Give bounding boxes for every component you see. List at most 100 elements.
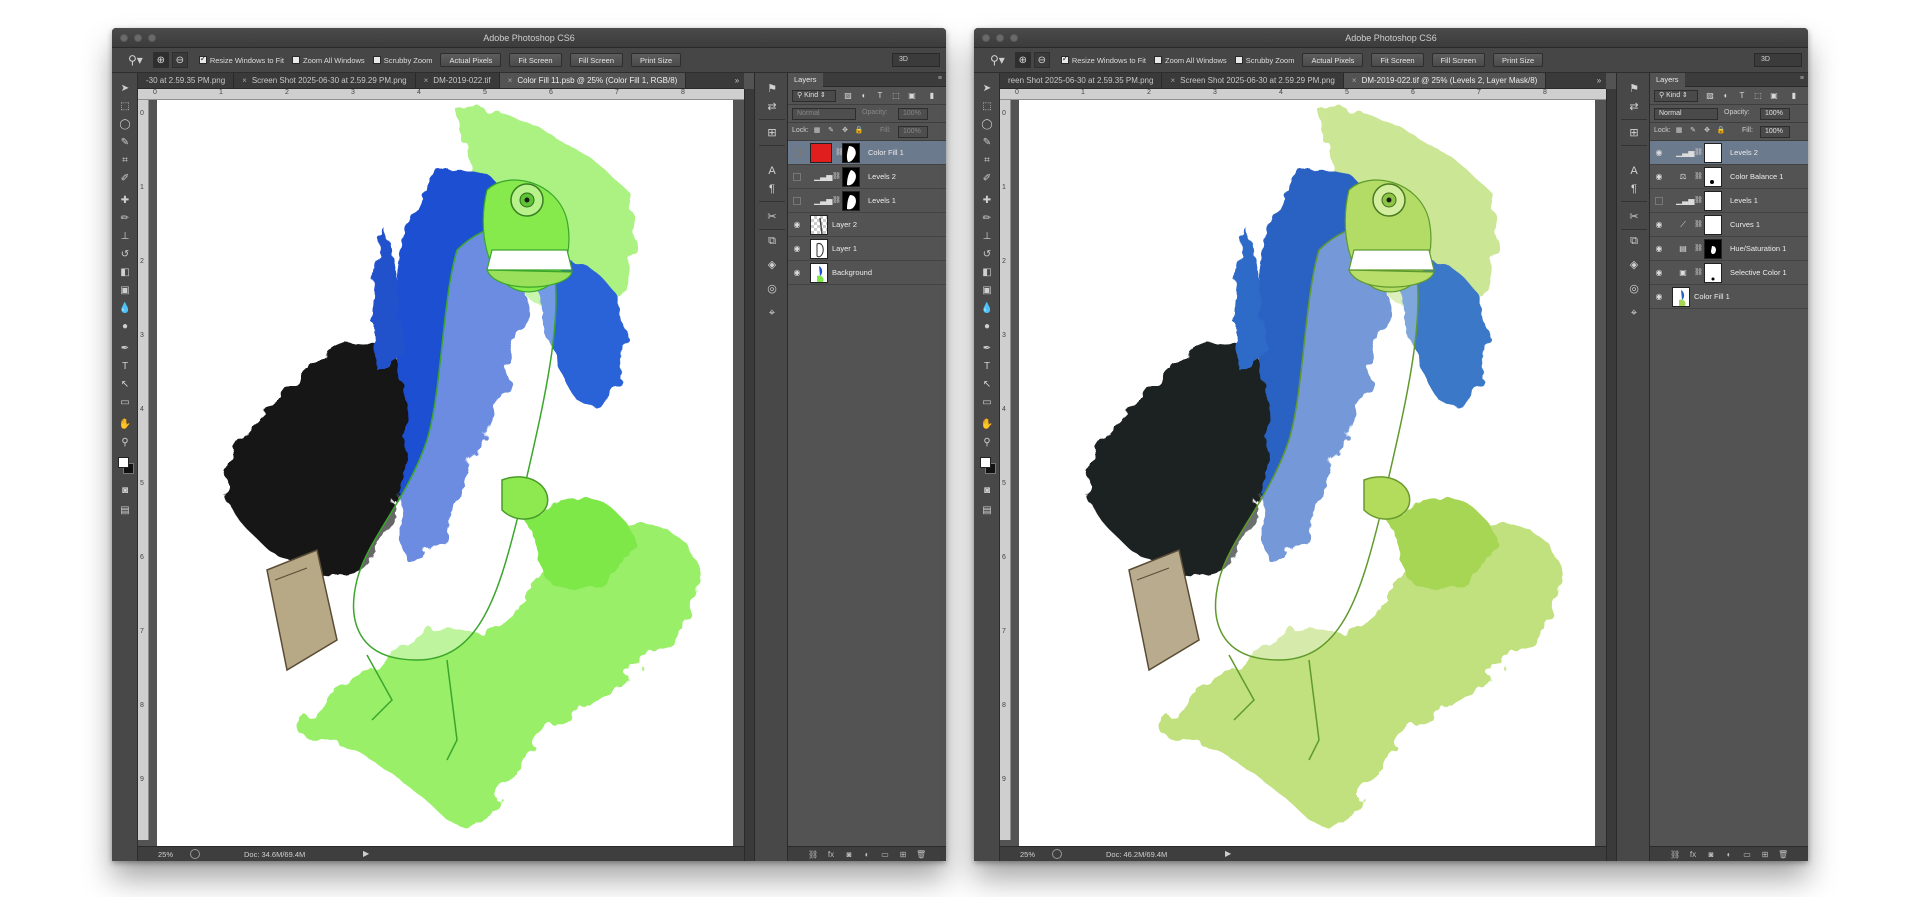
history-panel-icon[interactable]: ⚑ [763, 81, 781, 97]
hand-tool-icon[interactable]: ✋ [978, 417, 996, 433]
fill-input[interactable]: 100% [1760, 126, 1790, 138]
lock-image-icon[interactable]: ✎ [1688, 126, 1698, 136]
link-layers-icon[interactable]: ⛓ [1670, 850, 1680, 859]
materials-panel-icon[interactable]: ◎ [1625, 281, 1643, 297]
mask-link-icon[interactable]: ⛓ [1694, 243, 1703, 255]
layer-thumbnail[interactable] [810, 239, 828, 259]
workspace-select[interactable]: 3D [892, 53, 940, 67]
layers-tab[interactable]: Layers [1650, 73, 1685, 87]
mask-link-icon[interactable]: ⛓ [1694, 147, 1703, 159]
layer-row-layer-2[interactable]: ◉ Layer 2 [788, 213, 946, 237]
lasso-tool-icon[interactable]: ◯ [116, 117, 134, 133]
filter-smart-object-icon[interactable]: ▣ [1768, 90, 1780, 102]
mask-link-icon[interactable]: ⛓ [832, 195, 841, 207]
blend-mode-select[interactable]: Normal [792, 108, 856, 120]
filter-adjustment-icon[interactable]: ◐ [1720, 90, 1732, 102]
new-adjustment-icon[interactable]: ◐ [862, 850, 872, 859]
close-tab-icon[interactable]: × [242, 76, 247, 85]
paragraph-panel-icon[interactable]: ¶ [763, 181, 781, 197]
filter-pixel-icon[interactable]: ▨ [842, 90, 854, 102]
doc-tab-active[interactable]: × Color Fill 11.psb @ 25% (Color Fill 1, … [499, 73, 687, 88]
screen-mode-icon[interactable]: ▤ [978, 503, 996, 519]
title-bar[interactable]: Adobe Photoshop CS6 [112, 28, 946, 48]
character-panel-icon[interactable]: A [763, 163, 781, 179]
visibility-eye-icon[interactable]: ◉ [1654, 244, 1664, 254]
doc-tab[interactable]: × Screen Shot 2025-06-30 at 2.59.29 PM.pn… [234, 73, 416, 88]
zoom-all-windows-checkbox[interactable]: Zoom All Windows [292, 56, 365, 65]
paragraph-panel-icon[interactable]: ¶ [1625, 181, 1643, 197]
filter-pixel-icon[interactable]: ▨ [1704, 90, 1716, 102]
visibility-toggle[interactable] [793, 197, 801, 205]
visibility-eye-icon[interactable]: ◉ [1654, 148, 1664, 158]
layer-thumbnail[interactable] [810, 263, 828, 283]
quick-mask-icon[interactable]: ◙ [116, 483, 134, 499]
add-mask-icon[interactable]: ◙ [844, 850, 854, 859]
layer-thumbnail[interactable] [810, 215, 828, 235]
layer-row-selective-color-1[interactable]: ◉ ▣ ⛓ Selective Color 1 [1650, 261, 1808, 285]
mask-link-icon[interactable]: ⛓ [832, 171, 841, 183]
new-group-icon[interactable]: ▭ [880, 850, 890, 859]
layer-row-layer-1[interactable]: ◉ Layer 1 [788, 237, 946, 261]
visibility-eye-icon[interactable]: ◉ [792, 244, 802, 254]
eyedropper-tool-icon[interactable]: ✐ [116, 171, 134, 187]
fill-screen-button[interactable]: Fill Screen [1431, 53, 1486, 67]
close-tab-icon[interactable]: × [424, 76, 429, 85]
layer-mask-thumbnail[interactable] [842, 191, 860, 211]
new-layer-icon[interactable]: ⊞ [1760, 850, 1770, 859]
mask-link-icon[interactable]: ⛓ [1694, 267, 1703, 279]
fit-screen-button[interactable]: Fit Screen [1371, 53, 1424, 67]
new-group-icon[interactable]: ▭ [1742, 850, 1752, 859]
layer-mask-thumbnail[interactable] [842, 143, 860, 163]
crop-tool-icon[interactable]: ⌗ [116, 153, 134, 169]
layer-row-hue-saturation-1[interactable]: ◉ ▤ ⛓ Hue/Saturation 1 [1650, 237, 1808, 261]
status-info-icon[interactable] [190, 849, 200, 859]
panel-menu-icon[interactable]: ≡ [938, 75, 942, 82]
tools-presets-panel-icon[interactable]: ✂ [1625, 209, 1643, 225]
foreground-color-swatch[interactable] [118, 457, 129, 468]
zoom-level[interactable]: 25% [1020, 850, 1035, 859]
actions-panel-icon[interactable]: ⇄ [763, 99, 781, 115]
hand-tool-icon[interactable]: ✋ [116, 417, 134, 433]
brush-tool-icon[interactable]: ✏ [978, 211, 996, 227]
actual-pixels-button[interactable]: Actual Pixels [1302, 53, 1364, 67]
pen-tool-icon[interactable]: ✒ [978, 341, 996, 357]
layer-mask-thumbnail[interactable] [842, 167, 860, 187]
layer-row-color-fill-1[interactable]: ◉ Color Fill 1 [1650, 285, 1808, 309]
fill-color-thumbnail[interactable] [810, 143, 832, 163]
navigator-panel-icon[interactable]: ⧉ [1625, 233, 1643, 249]
print-size-button[interactable]: Print Size [631, 53, 682, 67]
navigator-panel-icon[interactable]: ⧉ [763, 233, 781, 249]
lock-image-icon[interactable]: ✎ [826, 126, 836, 136]
zoom-in-button[interactable]: ⊕ [152, 52, 169, 68]
adjustments-panel-icon[interactable]: ⊞ [763, 125, 781, 141]
layer-mask-thumbnail[interactable] [1704, 215, 1722, 235]
marquee-tool-icon[interactable]: ⬚ [116, 99, 134, 115]
zoom-in-button[interactable]: ⊕ [1014, 52, 1031, 68]
fill-screen-button[interactable]: Fill Screen [569, 53, 624, 67]
3d-panel-icon[interactable]: ◈ [1625, 257, 1643, 273]
filter-shape-icon[interactable]: ⬚ [1752, 90, 1764, 102]
status-info-icon[interactable] [1052, 849, 1062, 859]
close-tab-icon[interactable]: × [1170, 76, 1175, 85]
filter-type-icon[interactable]: T [1736, 90, 1748, 102]
quick-selection-tool-icon[interactable]: ✎ [978, 135, 996, 151]
filter-kind-select[interactable]: ⚲ Kind ⇕ [792, 90, 836, 102]
healing-brush-tool-icon[interactable]: ✚ [978, 193, 996, 209]
lock-all-icon[interactable]: 🔒 [854, 126, 864, 136]
print-size-button[interactable]: Print Size [1493, 53, 1544, 67]
new-adjustment-icon[interactable]: ◐ [1724, 850, 1734, 859]
layer-mask-thumbnail[interactable] [1704, 263, 1722, 283]
panel-menu-icon[interactable]: ≡ [1800, 75, 1804, 82]
character-panel-icon[interactable]: A [1625, 163, 1643, 179]
layer-row-levels-2[interactable]: ◉ ▁▃▅ ⛓ Levels 2 [1650, 141, 1808, 165]
scrubby-zoom-checkbox[interactable]: Scrubby Zoom [372, 56, 432, 65]
layer-mask-thumbnail[interactable] [1704, 167, 1722, 187]
document-canvas[interactable] [157, 100, 733, 846]
visibility-toggle[interactable] [1655, 197, 1663, 205]
actions-panel-icon[interactable]: ⇄ [1625, 99, 1643, 115]
fit-screen-button[interactable]: Fit Screen [509, 53, 562, 67]
doc-tab[interactable]: -30 at 2.59.35 PM.png [138, 73, 235, 88]
layers-tab[interactable]: Layers [788, 73, 823, 87]
fill-input[interactable]: 100% [898, 126, 928, 138]
lock-transparent-icon[interactable]: ▦ [812, 126, 822, 136]
